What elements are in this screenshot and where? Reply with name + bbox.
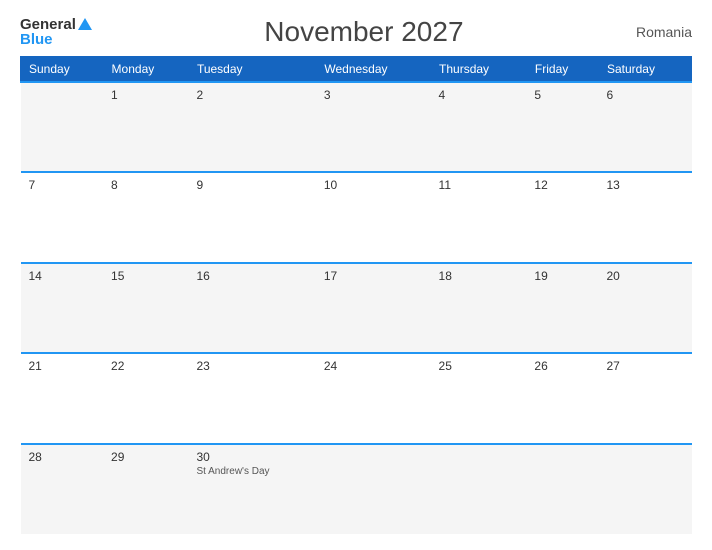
day-number: 6 <box>606 88 683 102</box>
day-number: 24 <box>324 359 423 373</box>
calendar-cell: 30 St Andrew's Day <box>188 444 315 534</box>
day-number: 2 <box>196 88 307 102</box>
calendar-week-1: 1 2 3 4 5 6 <box>21 82 692 172</box>
day-number: 13 <box>606 178 683 192</box>
calendar-title: November 2027 <box>264 16 463 48</box>
day-number: 30 <box>196 450 307 464</box>
day-number: 28 <box>29 450 96 464</box>
day-number: 18 <box>439 269 519 283</box>
calendar-cell: 16 <box>188 263 315 353</box>
calendar-week-5: 28 29 30 St Andrew's Day <box>21 444 692 534</box>
calendar-cell: 26 <box>526 353 598 443</box>
calendar-cell: 17 <box>316 263 431 353</box>
calendar-cell: 2 <box>188 82 315 172</box>
calendar-cell: 11 <box>431 172 527 262</box>
day-number: 26 <box>534 359 590 373</box>
calendar-cell: 18 <box>431 263 527 353</box>
calendar-cell: 19 <box>526 263 598 353</box>
calendar-cell: 24 <box>316 353 431 443</box>
day-number: 25 <box>439 359 519 373</box>
day-number: 10 <box>324 178 423 192</box>
day-number: 1 <box>111 88 180 102</box>
calendar-cell: 22 <box>103 353 188 443</box>
logo-triangle-icon <box>78 18 92 30</box>
day-number: 11 <box>439 178 519 192</box>
logo-general: General <box>20 17 76 32</box>
holiday-label: St Andrew's Day <box>196 466 307 477</box>
calendar-header-row: SundayMondayTuesdayWednesdayThursdayFrid… <box>21 57 692 83</box>
logo-blue: Blue <box>20 32 53 47</box>
calendar-cell: 25 <box>431 353 527 443</box>
calendar-week-4: 21 22 23 24 25 26 27 <box>21 353 692 443</box>
calendar-header: General Blue November 2027 Romania <box>20 16 692 48</box>
weekday-header-sunday: Sunday <box>21 57 104 83</box>
calendar-cell: 15 <box>103 263 188 353</box>
day-number: 14 <box>29 269 96 283</box>
calendar-cell: 20 <box>598 263 691 353</box>
day-number: 22 <box>111 359 180 373</box>
country-label: Romania <box>636 24 692 40</box>
calendar-week-3: 14 15 16 17 18 19 20 <box>21 263 692 353</box>
calendar-cell: 5 <box>526 82 598 172</box>
weekday-header-saturday: Saturday <box>598 57 691 83</box>
weekday-header-friday: Friday <box>526 57 598 83</box>
calendar-cell <box>21 82 104 172</box>
day-number: 8 <box>111 178 180 192</box>
day-number: 21 <box>29 359 96 373</box>
weekday-header-wednesday: Wednesday <box>316 57 431 83</box>
day-number: 29 <box>111 450 180 464</box>
day-number: 27 <box>606 359 683 373</box>
calendar-body: 1234567891011121314151617181920212223242… <box>21 82 692 534</box>
calendar-table: SundayMondayTuesdayWednesdayThursdayFrid… <box>20 56 692 534</box>
day-number: 19 <box>534 269 590 283</box>
day-number: 23 <box>196 359 307 373</box>
day-number: 9 <box>196 178 307 192</box>
logo: General Blue <box>20 17 92 47</box>
calendar-cell: 8 <box>103 172 188 262</box>
calendar-cell: 23 <box>188 353 315 443</box>
day-number: 12 <box>534 178 590 192</box>
calendar-cell: 1 <box>103 82 188 172</box>
day-number: 20 <box>606 269 683 283</box>
day-number: 17 <box>324 269 423 283</box>
calendar-week-2: 7 8 9 10 11 12 13 <box>21 172 692 262</box>
calendar-cell: 12 <box>526 172 598 262</box>
day-number: 15 <box>111 269 180 283</box>
calendar-cell <box>316 444 431 534</box>
calendar-cell <box>431 444 527 534</box>
calendar-cell: 3 <box>316 82 431 172</box>
calendar-cell: 28 <box>21 444 104 534</box>
calendar-cell: 13 <box>598 172 691 262</box>
calendar-cell: 29 <box>103 444 188 534</box>
calendar-cell: 4 <box>431 82 527 172</box>
calendar-cell <box>526 444 598 534</box>
day-number: 5 <box>534 88 590 102</box>
calendar-cell: 6 <box>598 82 691 172</box>
day-number: 3 <box>324 88 423 102</box>
calendar-cell: 10 <box>316 172 431 262</box>
calendar-cell: 14 <box>21 263 104 353</box>
calendar-cell: 21 <box>21 353 104 443</box>
calendar-cell: 9 <box>188 172 315 262</box>
weekday-header-thursday: Thursday <box>431 57 527 83</box>
weekday-header-tuesday: Tuesday <box>188 57 315 83</box>
weekday-header-monday: Monday <box>103 57 188 83</box>
calendar-cell: 27 <box>598 353 691 443</box>
day-number: 4 <box>439 88 519 102</box>
calendar-cell <box>598 444 691 534</box>
day-number: 7 <box>29 178 96 192</box>
day-number: 16 <box>196 269 307 283</box>
calendar-cell: 7 <box>21 172 104 262</box>
